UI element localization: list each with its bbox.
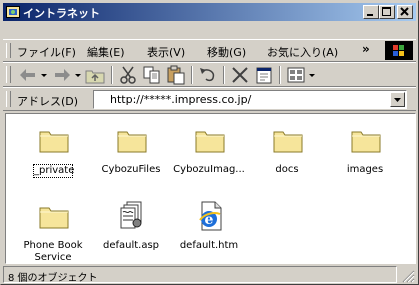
toolbar-grip[interactable] bbox=[6, 66, 11, 83]
asp-file-icon bbox=[120, 201, 142, 229]
file-label: Phone Book Service bbox=[23, 240, 83, 263]
menu-view[interactable]: 表示(V) bbox=[147, 44, 185, 60]
toolbar-separator bbox=[111, 66, 113, 84]
folder-icon bbox=[39, 207, 69, 229]
toolbar-separator bbox=[223, 66, 225, 84]
file-item[interactable]: e default.htm bbox=[169, 199, 249, 255]
resize-grip-icon[interactable] bbox=[401, 269, 415, 283]
properties-icon[interactable] bbox=[253, 65, 275, 85]
file-label: CybozuImag... bbox=[173, 164, 245, 175]
folder-icon bbox=[117, 131, 147, 153]
file-item[interactable]: images bbox=[325, 123, 405, 185]
file-label: CybozuFiles bbox=[101, 164, 161, 175]
maximize-icon bbox=[382, 7, 391, 16]
minimize-button[interactable] bbox=[363, 5, 379, 19]
file-label: _private bbox=[33, 164, 75, 178]
file-item[interactable]: _private bbox=[13, 123, 93, 185]
menu-file[interactable]: ファイル(F) bbox=[17, 44, 76, 60]
toolbar-separator bbox=[191, 66, 193, 84]
file-item[interactable]: CybozuFiles bbox=[91, 123, 171, 185]
explorer-window: イントラネット ファイル(F) 編集(E) 表示(V) 移動(G) お気に入り(… bbox=[0, 0, 419, 285]
file-item[interactable]: default.asp bbox=[91, 199, 171, 255]
address-label: アドレス(D) bbox=[17, 95, 79, 108]
back-dropdown-icon[interactable] bbox=[40, 65, 48, 85]
folder-icon bbox=[39, 131, 69, 153]
menu-grip[interactable] bbox=[6, 43, 11, 58]
html-file-icon: e bbox=[199, 201, 222, 231]
views-icon[interactable] bbox=[285, 65, 307, 85]
file-item[interactable]: Phone Book Service bbox=[13, 199, 93, 263]
status-bar: 8 個のオブジェクト bbox=[3, 266, 416, 284]
close-button[interactable] bbox=[397, 5, 413, 19]
status-text: 8 個のオブジェクト bbox=[8, 273, 98, 284]
address-grip[interactable] bbox=[6, 91, 11, 107]
address-dropdown-button[interactable] bbox=[390, 92, 405, 107]
menu-go[interactable]: 移動(G) bbox=[207, 44, 246, 60]
menu-overflow-chevron[interactable]: » bbox=[362, 42, 370, 56]
folder-icon bbox=[195, 131, 225, 153]
address-value[interactable]: http://*****.impress.co.jp/ bbox=[110, 93, 251, 106]
windows-flag-icon bbox=[393, 45, 404, 56]
file-label: default.asp bbox=[102, 240, 160, 251]
windows-logo bbox=[385, 41, 413, 60]
folder-icon bbox=[351, 131, 381, 153]
address-bar: アドレス(D) http://*****.impress.co.jp/ bbox=[3, 87, 416, 111]
up-folder-icon[interactable] bbox=[84, 65, 106, 85]
folder-icon bbox=[273, 131, 303, 153]
folder-web-icon bbox=[6, 6, 20, 18]
file-label: docs bbox=[275, 164, 299, 175]
title-bar[interactable]: イントラネット bbox=[3, 3, 416, 21]
close-icon bbox=[400, 7, 409, 16]
file-item[interactable]: docs bbox=[247, 123, 327, 185]
forward-dropdown-icon[interactable] bbox=[74, 65, 82, 85]
address-input[interactable]: http://*****.impress.co.jp/ bbox=[93, 90, 407, 109]
menu-bar: ファイル(F) 編集(E) 表示(V) 移動(G) お気に入り(A) » bbox=[3, 39, 416, 62]
file-label: default.htm bbox=[179, 240, 239, 251]
undo-icon[interactable] bbox=[197, 65, 219, 85]
paste-icon[interactable] bbox=[165, 65, 187, 85]
file-item[interactable]: CybozuImag... bbox=[169, 123, 249, 185]
delete-icon[interactable] bbox=[229, 65, 251, 85]
window-title: イントラネット bbox=[23, 7, 100, 20]
file-view: _private CybozuFiles CybozuImag... docs bbox=[5, 113, 416, 264]
views-dropdown-icon[interactable] bbox=[308, 65, 316, 85]
back-icon[interactable] bbox=[17, 65, 39, 85]
forward-icon[interactable] bbox=[51, 65, 73, 85]
maximize-button[interactable] bbox=[379, 5, 395, 19]
menu-favorites[interactable]: お気に入り(A) bbox=[267, 44, 338, 60]
toolbar-separator bbox=[279, 66, 281, 84]
chevron-down-icon bbox=[394, 98, 401, 102]
minimize-icon bbox=[367, 14, 373, 16]
menu-edit[interactable]: 編集(E) bbox=[87, 44, 125, 60]
copy-icon[interactable] bbox=[141, 65, 163, 85]
file-label: images bbox=[346, 164, 384, 175]
cut-icon[interactable] bbox=[117, 65, 139, 85]
toolbar bbox=[3, 62, 416, 87]
status-pane: 8 個のオブジェクト bbox=[3, 266, 397, 284]
